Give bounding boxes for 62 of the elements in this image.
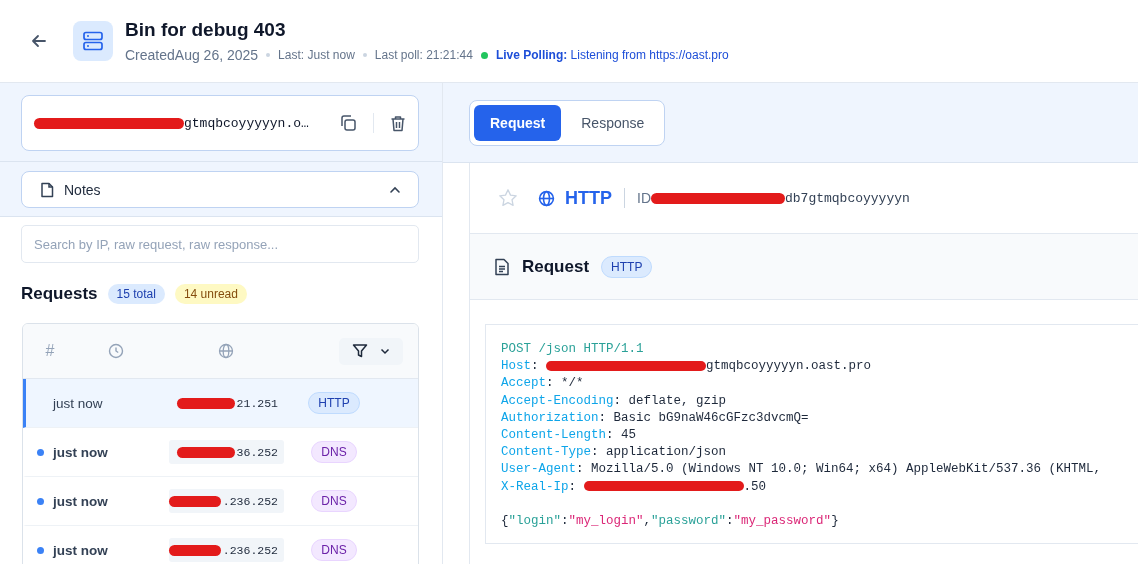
created-date: CreatedAug 26, 2025: [125, 47, 259, 63]
bin-title: Bin for debug 403: [125, 19, 287, 41]
last-poll: Last poll: 21:21:44: [374, 48, 473, 62]
header-line: Authorization: Basic bG9naW46cGFzc3dvcmQ=: [501, 410, 809, 425]
request-row[interactable]: just now .236.252 DNS: [23, 477, 418, 526]
section-title: Request: [522, 256, 590, 277]
ip-address: 36.252: [169, 440, 284, 464]
view-tab[interactable]: Request: [474, 105, 562, 141]
filter-icon: [352, 343, 368, 359]
unread-count: 14 unread: [174, 284, 247, 304]
header-line: Accept: */*: [501, 376, 584, 391]
request-time: just now: [53, 542, 109, 558]
notes-toggle[interactable]: Notes: [21, 171, 419, 208]
document-icon: [494, 257, 510, 276]
globe-icon: [538, 189, 555, 207]
request-time: just now: [53, 493, 109, 509]
number-column-header: #: [45, 342, 55, 360]
unread-dot: [37, 497, 44, 505]
protocol-badge: DNS: [311, 490, 357, 512]
total-count: 15 total: [107, 284, 165, 304]
live-polling-status: Live Polling: Listening from https://oast.pro: [495, 48, 729, 62]
clock-icon: [108, 343, 124, 359]
request-row[interactable]: just now 36.252 DNS: [23, 428, 418, 477]
ip-address: .236.252: [169, 538, 284, 562]
request-id: db7gtmqbcoyyyyyn: [785, 190, 910, 206]
view-tab[interactable]: Response: [565, 105, 661, 141]
protocol-badge: DNS: [311, 539, 357, 561]
header-line: X-Real-Ip: .50: [501, 479, 767, 494]
header-line: Content-Length: 45: [501, 428, 637, 442]
chevron-down-icon: [380, 346, 390, 356]
protocol-label: HTTP: [565, 187, 612, 209]
note-icon: [39, 181, 55, 198]
server-icon: [73, 21, 113, 61]
request-time: just now: [53, 444, 109, 460]
separator-dot: [266, 53, 271, 57]
ip-address: 21.251: [169, 391, 284, 415]
request-row[interactable]: just now .236.252 DNS: [23, 526, 418, 564]
copy-icon[interactable]: [339, 114, 357, 132]
request-time: just now: [53, 395, 104, 411]
unread-dot: [37, 448, 44, 456]
bin-address: gtmqbcoyyyyyn.o…: [184, 115, 309, 131]
header-line: Accept-Encoding: deflate, gzip: [501, 393, 727, 408]
separator-dot: [362, 53, 367, 57]
last-activity: Last: Just now: [278, 48, 355, 62]
ip-address: .236.252: [169, 489, 284, 513]
request-body: {"login":"my_login","password":"my_password"}: [501, 513, 839, 528]
protocol-badge: DNS: [311, 441, 357, 463]
trash-icon[interactable]: [390, 114, 406, 132]
id-label: ID: [637, 190, 651, 206]
protocol-badge: HTTP: [308, 392, 360, 414]
requests-heading: Requests: [21, 284, 98, 304]
header-line: Host: gtmqbcoyyyyyn.oast.pro: [501, 359, 872, 374]
request-row[interactable]: just now 21.251 HTTP: [23, 379, 418, 428]
protocol-badge: HTTP: [601, 255, 653, 278]
unread-dot: [37, 546, 44, 554]
request-line: POST /json HTTP/1.1: [501, 342, 644, 356]
header-line: User-Agent: Mozilla/5.0 (Windows NT 10.0; Win64; x64) AppleWebKit/537.36 (KHTML,: [501, 462, 1102, 477]
header-line: Content-Type: application/json: [501, 445, 727, 460]
star-icon[interactable]: [498, 188, 518, 208]
globe-icon: [218, 343, 234, 359]
filter-dropdown[interactable]: [339, 337, 403, 365]
search-field[interactable]: Search by IP, raw request, raw response...: [21, 225, 419, 263]
